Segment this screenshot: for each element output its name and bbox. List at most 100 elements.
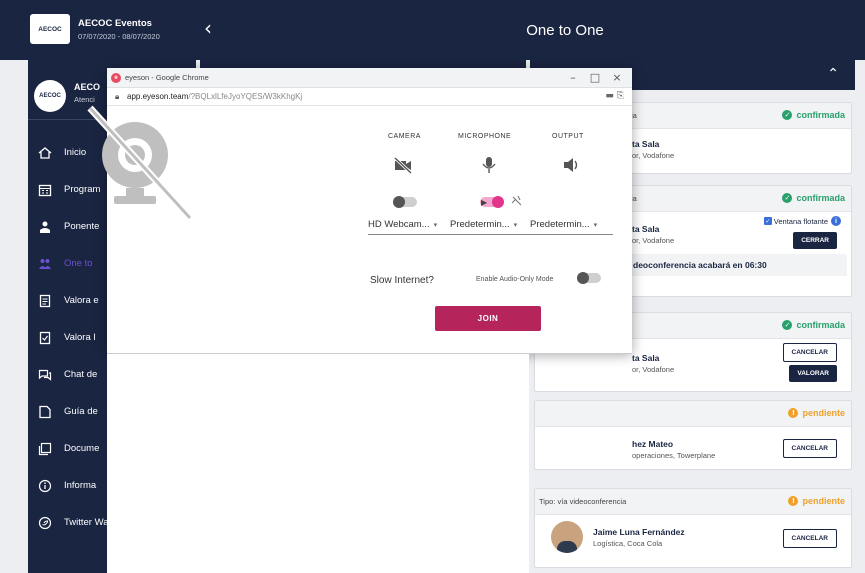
sidebar-item-label: One to	[64, 258, 93, 269]
contact-org: or, Vodafone	[632, 236, 675, 245]
info-icon[interactable]: i	[831, 216, 841, 226]
clipboard-icon	[38, 294, 52, 308]
home-icon	[38, 146, 52, 160]
mute-icon[interactable]	[510, 194, 524, 208]
contact-org: operaciones, Towerplane	[632, 451, 716, 460]
url-path: /?BQLxlLfeJyoYQES/W3kKhgKj	[188, 92, 303, 101]
avatar	[551, 521, 583, 553]
output-select[interactable]: Predetermin... ▾	[530, 219, 613, 235]
status-badge: ! pendiente	[788, 408, 845, 418]
play-icon[interactable]: ▶	[481, 198, 487, 207]
camera-off-icon	[393, 156, 413, 175]
brand[interactable]: AECOC AECOC Eventos 07/07/2020 - 08/07/2…	[30, 14, 160, 44]
audio-only-toggle[interactable]	[577, 272, 601, 284]
status-badge: ✓ confirmada	[782, 320, 845, 330]
contact-name: Jaime Luna Fernández	[593, 527, 685, 537]
status-badge: ! pendiente	[788, 496, 845, 506]
app-root: AECOC AECOC Eventos 07/07/2020 - 08/07/2…	[0, 0, 865, 573]
close-icon[interactable]: ×	[606, 69, 628, 87]
check-circle-icon: ✓	[782, 320, 793, 330]
meeting-card: ! pendiente hez Mateo operaciones, Towerp…	[534, 400, 852, 470]
floating-window-checkbox[interactable]: ✓ Ventana flotante i	[763, 216, 841, 226]
eyeson-favicon-icon: e	[111, 73, 121, 83]
maximize-icon[interactable]: □	[584, 69, 606, 87]
status-text: confirmada	[796, 110, 845, 120]
popup-lower-area	[107, 354, 529, 573]
book-icon	[38, 405, 52, 419]
rate-button[interactable]: VALORAR	[789, 365, 837, 382]
status-badge: ✓ confirmada	[782, 193, 845, 203]
contact-name: hez Mateo	[632, 439, 674, 449]
status-badge: ✓ confirmada	[782, 110, 845, 120]
minimize-icon[interactable]: –	[562, 69, 584, 87]
camera-label: CAMERA	[388, 133, 421, 140]
cancel-button[interactable]: CANCELAR	[782, 529, 837, 548]
document-icon	[38, 442, 52, 456]
output-label: OUTPUT	[552, 133, 584, 140]
speaker-volume-icon	[564, 158, 578, 172]
camera-select-value: HD Webcam...	[368, 219, 430, 230]
toggle-knob	[577, 272, 589, 284]
cancel-button[interactable]: CANCELAR	[782, 343, 837, 362]
slow-internet-label: Slow Internet?	[370, 275, 434, 286]
card-header: Tipo: vía videoconferencia ! pendiente	[535, 489, 851, 515]
meeting-card: Tipo: vía videoconferencia ! pendiente Ja…	[534, 488, 852, 568]
sidebar-item-label: Informa	[64, 480, 97, 491]
key-icon[interactable]: ▬ ⎘	[605, 91, 624, 101]
status-text: pendiente	[802, 496, 845, 506]
sidebar-item-label: Docume	[64, 443, 100, 454]
cancel-button[interactable]: CANCELAR	[782, 439, 837, 458]
check-circle-icon: ✓	[782, 110, 793, 120]
top-bar: AECOC AECOC Eventos 07/07/2020 - 08/07/2…	[0, 0, 865, 60]
microphone-label: MICROPHONE	[458, 133, 512, 140]
contact-org: or, Vodafone	[632, 151, 675, 160]
floating-window-label: Ventana flotante	[773, 216, 828, 226]
output-select-value: Predetermin...	[530, 219, 590, 230]
clock-icon: !	[788, 496, 799, 506]
brand-dates: 07/07/2020 - 08/07/2020	[78, 31, 160, 41]
people-icon	[38, 257, 52, 271]
page-title: One to One	[526, 22, 604, 39]
chevron-up-icon[interactable]: ⌃	[827, 66, 839, 82]
close-button[interactable]: CERRAR	[793, 232, 837, 249]
card-body: Jaime Luna Fernández Logística, Coca Col…	[535, 515, 851, 559]
contact-name: ta Sala	[632, 139, 660, 149]
audio-only-label: Enable Audio-Only Mode	[476, 276, 554, 283]
brand-text: AECOC Eventos 07/07/2020 - 08/07/2020	[78, 18, 160, 41]
card-header: ! pendiente	[535, 401, 851, 427]
contact-name: ta Sala	[632, 224, 660, 234]
chevron-left-icon[interactable]: ‹	[204, 18, 212, 38]
camera-off-illustration-icon	[87, 105, 193, 221]
camera-toggle[interactable]	[393, 196, 417, 208]
status-text: confirmada	[796, 193, 845, 203]
checkbox-checked-icon: ✓	[763, 217, 772, 225]
call-end-notice: deoconferencia acabará en 06:30	[633, 260, 767, 270]
microphone-icon	[482, 157, 496, 173]
sidebar-item-label: Valora e	[64, 295, 99, 306]
chat-icon	[38, 368, 52, 382]
brand-title: AECOC Eventos	[78, 17, 152, 29]
camera-select[interactable]: HD Webcam... ▾	[368, 219, 454, 235]
info-icon	[38, 479, 52, 493]
check-circle-icon: ✓	[782, 193, 793, 203]
speaker-icon	[38, 220, 52, 234]
microphone-select-value: Predetermin...	[450, 219, 510, 230]
window-title: eyeson - Google Chrome	[125, 73, 209, 82]
toggle-knob	[393, 196, 405, 208]
microphone-select[interactable]: Predetermin... ▾	[450, 219, 530, 235]
status-text: pendiente	[802, 408, 845, 418]
contact-org: Logística, Coca Cola	[593, 539, 663, 548]
avatar: AECOC	[34, 80, 66, 112]
toggle-knob	[492, 196, 504, 208]
twitter-icon	[38, 516, 52, 530]
sidebar-item-label: Guía de	[64, 406, 98, 417]
dropdown-caret-icon: ▾	[433, 221, 438, 229]
calendar-icon	[38, 183, 52, 197]
sidebar-item-label: Valora l	[64, 332, 96, 343]
sidebar-item-label: Twitter Wall	[64, 517, 113, 528]
dropdown-caret-icon: ▾	[593, 221, 598, 229]
window-title-bar[interactable]: e eyeson - Google Chrome – □ ×	[107, 68, 632, 88]
contact-org: or, Vodafone	[632, 365, 675, 374]
join-button[interactable]: JOIN	[435, 306, 541, 331]
dropdown-caret-icon: ▾	[513, 221, 518, 229]
